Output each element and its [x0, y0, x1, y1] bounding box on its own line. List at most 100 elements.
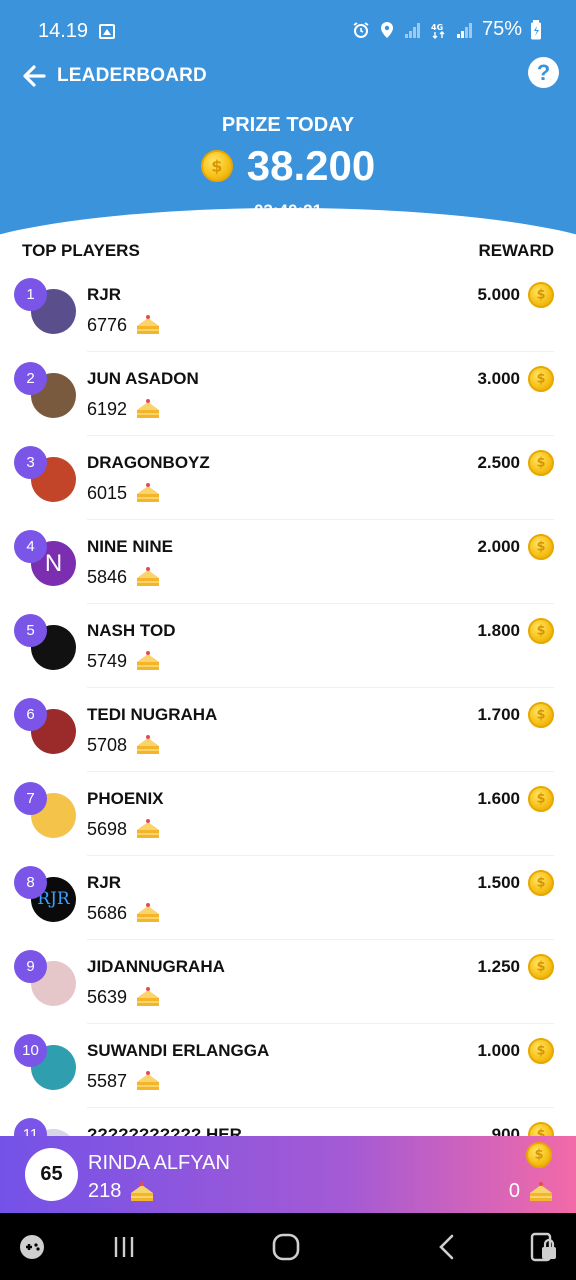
- reward-value: 1.800: [477, 621, 520, 640]
- leaderboard-row[interactable]: 3 DRAGONBOYZ 6015 2.500: [0, 436, 576, 520]
- rank-badge: 2: [14, 362, 47, 395]
- player-score-value: 6192: [87, 398, 128, 419]
- prize-label: PRIZE TODAY: [221, 114, 355, 136]
- status-icons: 4G 75%: [352, 18, 542, 41]
- player-reward: 1.000: [477, 1038, 554, 1064]
- rank-badge: 11: [14, 1118, 47, 1136]
- cake-icon: [137, 567, 160, 586]
- player-reward: 900: [492, 1122, 554, 1136]
- battery-percent: 75%: [481, 18, 522, 40]
- player-score: 5749: [87, 650, 161, 672]
- back-icon[interactable]: [432, 1231, 464, 1263]
- prize-amount: 38.200: [246, 142, 376, 189]
- rank-badge: 5: [14, 614, 47, 647]
- leaderboard-row[interactable]: 10 SUWANDI ERLANGGA 5587 1.000: [0, 1024, 576, 1108]
- signal-icon: [404, 22, 420, 38]
- leaderboard-row[interactable]: 8 RJR RJR 5686 1.500: [0, 856, 576, 940]
- coin-icon: [528, 702, 554, 728]
- player-score: 5708: [87, 734, 161, 756]
- player-score-value: 5686: [87, 902, 128, 923]
- back-arrow-icon[interactable]: [20, 62, 48, 90]
- my-score-value: 218: [88, 1180, 122, 1202]
- cake-icon: [137, 903, 160, 922]
- player-score-value: 5698: [87, 818, 128, 839]
- coin-icon: [528, 1122, 554, 1136]
- player-score: 6776: [87, 314, 161, 336]
- player-name: RJR: [87, 285, 122, 304]
- cake-icon: [530, 1181, 552, 1201]
- player-name: PHOENIX: [87, 789, 164, 808]
- reward-value: 3.000: [477, 369, 520, 388]
- leaderboard-row[interactable]: 6 TEDI NUGRAHA 5708 1.700: [0, 688, 576, 772]
- screen-lock-icon[interactable]: [528, 1231, 560, 1263]
- player-score: 6192: [87, 398, 161, 420]
- cake-icon: [137, 651, 160, 670]
- status-time: 14.19: [38, 20, 89, 42]
- reward-value: 1.700: [477, 705, 520, 724]
- leaderboard-row[interactable]: 11 ??????????? HER 900: [0, 1108, 576, 1136]
- leaderboard-row[interactable]: 9 JIDANNUGRAHA 5639 1.250: [0, 940, 576, 1024]
- player-reward: 1.500: [477, 870, 554, 896]
- player-reward: 2.500: [477, 450, 554, 476]
- player-name: ??????????? HER: [87, 1125, 242, 1136]
- leaderboard-row[interactable]: 1 RJR 6776 5.000: [0, 268, 576, 352]
- reward-value: 1.500: [477, 873, 520, 892]
- player-name: DRAGONBOYZ: [87, 453, 210, 472]
- player-name: SUWANDI ERLANGGA: [87, 1041, 270, 1060]
- cake-icon: [137, 735, 160, 754]
- status-bar: 14.19 4G 75%: [0, 0, 576, 64]
- rank-badge: 7: [14, 782, 47, 815]
- reward-value: 5.000: [477, 285, 520, 304]
- reward-value: 900: [491, 1125, 520, 1136]
- player-score: 6015: [87, 482, 161, 504]
- prize-row: 38.200: [0, 142, 576, 190]
- coin-icon: [528, 366, 554, 392]
- leaderboard-row[interactable]: 5 NASH TOD 5749 1.800: [0, 604, 576, 688]
- rank-badge: 8: [14, 866, 47, 899]
- player-score-value: 5639: [87, 986, 128, 1007]
- recent-apps-icon[interactable]: [108, 1231, 140, 1263]
- svg-text:4G: 4G: [431, 23, 443, 32]
- leaderboard-row[interactable]: 7 PHOENIX 5698 1.600: [0, 772, 576, 856]
- rank-badge: 9: [14, 950, 47, 983]
- coin-icon: [200, 150, 233, 182]
- leaderboard-list[interactable]: 1 RJR 6776 5.000 2 JUN ASADON 6192 3.000 3 DRAGON…: [0, 268, 576, 1136]
- player-name: JUN ASADON: [87, 369, 199, 388]
- reward-value: 1.600: [477, 789, 520, 808]
- my-reward: 0: [509, 1180, 554, 1203]
- my-score: 218: [88, 1180, 155, 1203]
- home-icon[interactable]: [270, 1231, 302, 1263]
- alarm-icon: [353, 21, 369, 38]
- player-score: 5686: [87, 902, 161, 924]
- coin-icon: [528, 618, 554, 644]
- cake-icon: [137, 315, 160, 334]
- player-score: 5846: [87, 566, 161, 588]
- reward-value: 1.000: [477, 1041, 520, 1060]
- player-name: NASH TOD: [87, 621, 176, 640]
- player-name: RJR: [87, 873, 122, 892]
- player-reward: 5.000: [477, 282, 554, 308]
- help-button[interactable]: ?: [528, 57, 559, 88]
- reward-value: 1.250: [477, 957, 520, 976]
- player-score-value: 5708: [87, 734, 128, 755]
- rank-badge: 1: [14, 278, 47, 311]
- cake-icon: [137, 987, 160, 1006]
- player-score-value: 5587: [87, 1070, 128, 1091]
- rank-badge: 4: [14, 530, 47, 563]
- my-rank-bar[interactable]: 65 RINDA ALFYAN 218 0: [0, 1136, 576, 1213]
- player-score: 5639: [87, 986, 161, 1008]
- my-reward-value: 0: [508, 1180, 520, 1202]
- cake-icon: [137, 819, 160, 838]
- player-score-value: 5846: [87, 566, 128, 587]
- cake-icon: [137, 1071, 160, 1090]
- player-score-value: 5749: [87, 650, 128, 671]
- player-name: JIDANNUGRAHA: [87, 957, 225, 976]
- coin-icon: [528, 870, 554, 896]
- reward-value: 2.000: [477, 537, 520, 556]
- game-launcher-icon[interactable]: [16, 1231, 48, 1263]
- leaderboard-row[interactable]: 2 JUN ASADON 6192 3.000: [0, 352, 576, 436]
- coin-icon: [526, 1142, 552, 1168]
- leaderboard-row[interactable]: 4 N NINE NINE 5846 2.000: [0, 520, 576, 604]
- reward-header: REWARD: [478, 241, 554, 260]
- location-icon: [380, 21, 393, 38]
